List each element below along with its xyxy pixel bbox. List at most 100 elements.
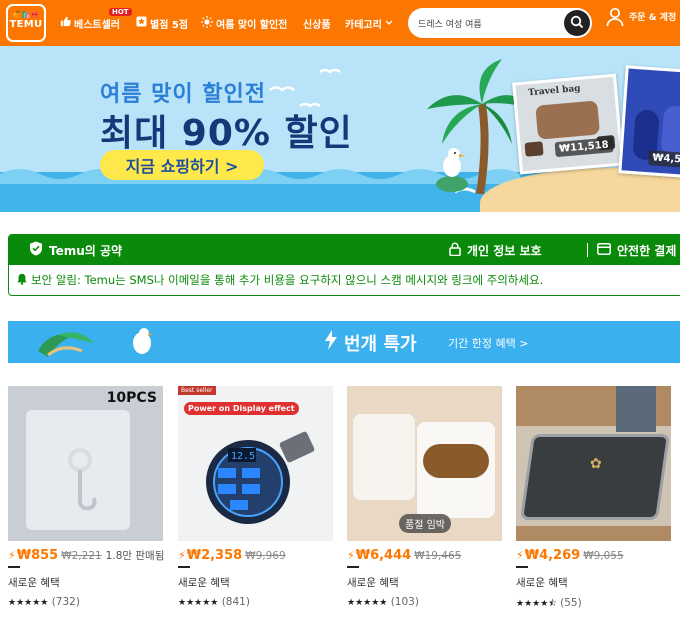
product-old-price: ₩9,055 [583, 550, 624, 562]
star-rating-icon: ★★★★⯪ [516, 599, 557, 609]
product-sold-count: 1.8만 판매됨 [105, 550, 165, 562]
product-price: ₩4,269 [524, 548, 581, 563]
credit-card-icon [597, 242, 611, 258]
nav-bestseller[interactable]: 베스트셀러 [60, 0, 120, 46]
flash-deals-bar[interactable]: 번개 특가 기간 한정 혜택 > [8, 321, 680, 363]
logo-text: TEMU [9, 19, 43, 30]
mat-emblem: ✿ [590, 456, 602, 472]
temu-logo[interactable]: 🍊🛍️🎀 TEMU [6, 4, 46, 42]
card2-price: ₩4,526 [647, 150, 680, 169]
bath-mat [519, 434, 671, 520]
svg-text:12.5: 12.5 [231, 451, 255, 462]
product-old-price: ₩19,465 [414, 550, 462, 562]
bag-shape [535, 100, 601, 140]
sun-icon [201, 15, 213, 31]
progress-line [8, 566, 20, 568]
nav-bestseller-label: 베스트셀러 [74, 19, 120, 31]
logo-graphic: 🍊🛍️🎀 [12, 11, 40, 19]
product-image-text: Power on Display effect [184, 402, 299, 415]
banner-product-card[interactable]: Travel bag ₩11,518 [512, 73, 624, 175]
thumbs-up-icon [60, 16, 71, 30]
legs [616, 386, 656, 432]
chevron-down-icon [385, 18, 393, 29]
lightning-small-icon: ⚡ [8, 549, 16, 562]
lightning-small-icon: ⚡ [347, 549, 355, 562]
banner-product-card-2[interactable]: ₩4,526 [618, 65, 680, 179]
review-count: (103) [390, 596, 419, 608]
nav-summer-sale-label: 여름 맞이 할인전 [216, 19, 288, 31]
temu-promise-box: Temu의 공약 개인 정보 보호 안전한 결제 보안 알림: Temu는 SM… [8, 234, 680, 296]
bestseller-badge: Best seller [178, 386, 216, 395]
progress-line [347, 566, 359, 568]
price-row: ⚡ ₩2,358 ₩9,969 [178, 548, 333, 564]
account-label: 주문 & 계정 [629, 13, 677, 23]
secure-payment[interactable]: 안전한 결제 [597, 235, 676, 265]
security-alert: 보안 알림: Temu는 SMS나 이메일을 통해 추가 비용을 요구하지 않으… [9, 265, 680, 295]
card1-price: ₩11,518 [554, 137, 614, 158]
product-image-text: 10PCS [106, 390, 157, 406]
nav-categories[interactable]: 카테고리 [345, 0, 393, 46]
price-row: ⚡ ₩855 ₩2,221 1.8만 판매됨 [8, 548, 165, 564]
nav-new-arrivals[interactable]: 신상품 [303, 0, 331, 46]
product-card[interactable]: Best seller Power on Display effect 12.5… [178, 386, 333, 608]
search-bar [408, 8, 592, 38]
product-rating: ★★★★★ (841) [178, 596, 333, 608]
container-left [353, 414, 415, 500]
summer-sale-banner[interactable]: 여름 맞이 할인전 최대 90% 할인 지금 쇼핑하기 > Travel bag… [0, 46, 680, 212]
security-alert-text: 보안 알림: Temu는 SMS나 이메일을 통해 추가 비용을 요구하지 않으… [31, 273, 544, 287]
review-count: (732) [51, 596, 80, 608]
nav-summer-sale[interactable]: 여름 맞이 할인전 [201, 0, 287, 46]
nav-categories-label: 카테고리 [345, 19, 382, 31]
star-rating-icon: ★★★★★ [8, 598, 49, 608]
product-price: ₩2,358 [186, 548, 243, 563]
privacy-label: 개인 정보 보호 [467, 243, 542, 258]
search-button[interactable] [564, 10, 590, 36]
hook-shape [68, 448, 97, 511]
account-menu[interactable]: 주문 & 계정 [606, 7, 680, 30]
product-label: 새로운 혜택 [178, 577, 230, 589]
shield-check-icon [29, 241, 43, 259]
promise-header[interactable]: Temu의 공약 개인 정보 보호 안전한 결제 [9, 235, 680, 265]
search-input[interactable] [418, 18, 558, 28]
product-old-price: ₩9,969 [245, 550, 286, 562]
search-icon [570, 14, 584, 33]
nav-new-arrivals-label: 신상품 [303, 19, 331, 31]
flash-deals-title: 번개 특가 [344, 334, 417, 355]
product-card[interactable]: 10PCS ⚡ ₩855 ₩2,221 1.8만 판매됨 새로운 혜택 ★★★★… [8, 386, 165, 608]
slippers-image: ₩4,526 [621, 68, 680, 176]
product-card[interactable]: 품절 임박 ⚡ ₩6,444 ₩19,465 새로운 혜택 ★★★★★ (103… [347, 386, 502, 608]
product-image[interactable]: ✿ [516, 386, 671, 541]
nav-five-star[interactable]: 별점 5점 [136, 0, 188, 46]
product-image[interactable]: 품절 임박 [347, 386, 502, 541]
product-price: ₩6,444 [355, 548, 412, 563]
flash-deals-subtitle[interactable]: 기간 한정 혜택 > [448, 335, 528, 351]
product-image[interactable]: Best seller Power on Display effect 12.5 [178, 386, 333, 541]
product-label: 새로운 혜택 [347, 577, 399, 589]
product-old-price: ₩2,221 [61, 550, 102, 562]
flash-decor [38, 328, 153, 357]
price-row: ⚡ ₩6,444 ₩19,465 [347, 548, 502, 564]
privacy-protection[interactable]: 개인 정보 보호 [449, 235, 542, 265]
product-rating: ★★★★⯪ (55) [516, 596, 671, 612]
product-image[interactable]: 10PCS [8, 386, 163, 541]
secure-payment-label: 안전한 결제 [617, 243, 677, 258]
star-rating-icon: ★★★★★ [347, 598, 388, 608]
lock-icon [449, 242, 461, 259]
star-badge-icon [136, 16, 147, 30]
nav-five-star-label: 별점 5점 [150, 19, 189, 31]
promise-divider [587, 243, 588, 257]
product-card[interactable]: ✿ ⚡ ₩4,269 ₩9,055 새로운 혜택 ★★★★⯪ (55) [516, 386, 671, 612]
top-header: 🍊🛍️🎀 TEMU 베스트셀러 HOT 별점 5점 여름 맞이 할인전 신상품 [0, 0, 680, 46]
shop-now-button[interactable]: 지금 쇼핑하기 > [100, 150, 264, 180]
progress-line [178, 566, 190, 568]
travel-bag-image: Travel bag ₩11,518 [515, 76, 621, 172]
pet-food [423, 444, 489, 478]
lightning-small-icon: ⚡ [178, 549, 186, 562]
price-row: ⚡ ₩4,269 ₩9,055 [516, 548, 671, 564]
lightning-small-icon: ⚡ [516, 549, 524, 562]
banner-discount: 최대 90% 할인 [100, 113, 353, 154]
product-label: 새로운 혜택 [516, 577, 568, 589]
product-rating: ★★★★★ (732) [8, 596, 163, 608]
promise-title: Temu의 공약 [29, 235, 122, 265]
promise-title-label: Temu의 공약 [49, 243, 123, 258]
